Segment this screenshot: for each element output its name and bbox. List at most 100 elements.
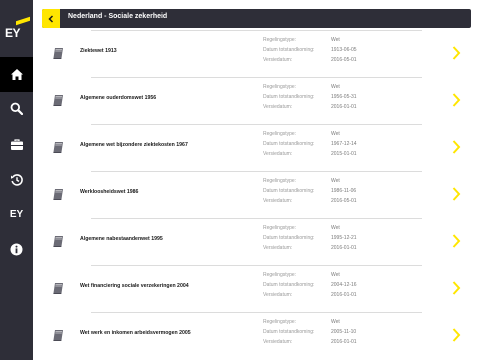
type-label: Regelingstype: bbox=[263, 178, 297, 184]
info-icon bbox=[10, 243, 23, 256]
law-list-item[interactable]: Algemene nabestaandenwet 1995 Regelingst… bbox=[33, 218, 480, 265]
law-list-item[interactable]: Ziektewet 1913 Regelingstype: Wet Datum t… bbox=[33, 30, 480, 77]
type-label: Regelingstype: bbox=[263, 272, 297, 278]
date-label: Datum totstandkoming: bbox=[263, 235, 315, 241]
version-label: Versiedatum: bbox=[263, 151, 293, 157]
version-value: 2015-01-01 bbox=[331, 151, 357, 157]
book-icon bbox=[53, 236, 63, 247]
date-value: 1986-11-06 bbox=[331, 188, 357, 194]
row-divider bbox=[91, 265, 422, 266]
type-value: Wet bbox=[331, 319, 340, 325]
law-list-item[interactable]: Werkloosheidswet 1986 Regelingstype: Wet … bbox=[33, 171, 480, 218]
chevron-right-icon bbox=[452, 46, 461, 60]
sidebar-item-briefcase[interactable] bbox=[0, 127, 33, 162]
book-icon bbox=[53, 95, 63, 106]
chevron-left-icon bbox=[48, 14, 54, 23]
version-label: Versiedatum: bbox=[263, 245, 293, 251]
law-meta: Regelingstype: Wet Datum totstandkoming: 1… bbox=[263, 84, 357, 114]
date-label: Datum totstandkoming: bbox=[263, 329, 315, 335]
date-label: Datum totstandkoming: bbox=[263, 282, 315, 288]
chevron-right-icon bbox=[452, 328, 461, 342]
ey-logo: EY bbox=[0, 0, 33, 52]
row-divider bbox=[91, 77, 422, 78]
type-value: Wet bbox=[331, 178, 340, 184]
law-title: Ziektewet 1913 bbox=[80, 48, 117, 54]
book-icon bbox=[53, 189, 63, 200]
back-button[interactable] bbox=[42, 9, 60, 28]
law-list-item[interactable]: Algemene ouderdomswet 1956 Regelingstype… bbox=[33, 77, 480, 124]
version-value: 2016-01-01 bbox=[331, 245, 357, 251]
chevron-right-icon bbox=[452, 93, 461, 107]
law-title: Wet werk en inkomen arbeidsvermogen 2005 bbox=[80, 330, 191, 336]
chevron-right-icon bbox=[452, 187, 461, 201]
sidebar-item-search[interactable] bbox=[0, 91, 33, 126]
version-label: Versiedatum: bbox=[263, 104, 293, 110]
row-divider bbox=[91, 312, 422, 313]
row-divider bbox=[91, 30, 422, 31]
sidebar-item-ey[interactable]: EY bbox=[0, 197, 33, 232]
row-divider bbox=[91, 171, 422, 172]
law-title: Algemene nabestaandenwet 1995 bbox=[80, 236, 163, 242]
type-value: Wet bbox=[331, 272, 340, 278]
type-label: Regelingstype: bbox=[263, 319, 297, 325]
law-meta: Regelingstype: Wet Datum totstandkoming: 2… bbox=[263, 272, 357, 302]
date-label: Datum totstandkoming: bbox=[263, 47, 315, 53]
date-value: 1967-12-14 bbox=[331, 141, 357, 147]
law-title: Algemene wet bijzondere ziektekosten 196… bbox=[80, 142, 188, 148]
date-label: Datum totstandkoming: bbox=[263, 141, 315, 147]
law-list-item[interactable]: Algemene wet bijzondere ziektekosten 196… bbox=[33, 124, 480, 171]
sidebar-item-info[interactable] bbox=[0, 232, 33, 267]
home-icon bbox=[10, 69, 23, 80]
sidebar-item-history[interactable] bbox=[0, 162, 33, 197]
row-divider bbox=[91, 124, 422, 125]
date-value: 2005-11-10 bbox=[331, 329, 357, 335]
sidebar: EY EY bbox=[0, 0, 33, 360]
type-value: Wet bbox=[331, 225, 340, 231]
chevron-right-icon bbox=[452, 234, 461, 248]
law-meta: Regelingstype: Wet Datum totstandkoming: 1… bbox=[263, 131, 357, 161]
chevron-right-icon bbox=[452, 140, 461, 154]
book-icon bbox=[53, 283, 63, 294]
law-list-item[interactable]: Wet werk en inkomen arbeidsvermogen 2005… bbox=[33, 312, 480, 359]
row-divider bbox=[91, 218, 422, 219]
date-value: 1995-12-21 bbox=[331, 235, 357, 241]
book-icon bbox=[53, 142, 63, 153]
law-title: Werkloosheidswet 1986 bbox=[80, 189, 139, 195]
briefcase-icon bbox=[10, 138, 23, 150]
page-title: Nederland - Sociale zekerheid bbox=[68, 13, 168, 20]
law-meta: Regelingstype: Wet Datum totstandkoming: 2… bbox=[263, 319, 357, 349]
version-value: 2016-01-01 bbox=[331, 339, 357, 345]
law-title: Wet financiering sociale verzekeringen 2… bbox=[80, 283, 189, 289]
sidebar-item-home[interactable] bbox=[0, 57, 33, 92]
header-bar: Nederland - Sociale zekerheid bbox=[42, 9, 471, 28]
version-label: Versiedatum: bbox=[263, 198, 293, 204]
version-label: Versiedatum: bbox=[263, 339, 293, 345]
law-title: Algemene ouderdomswet 1956 bbox=[80, 95, 157, 101]
header: Nederland - Sociale zekerheid bbox=[33, 0, 480, 34]
type-value: Wet bbox=[331, 37, 340, 43]
law-meta: Regelingstype: Wet Datum totstandkoming: 1… bbox=[263, 178, 357, 208]
type-label: Regelingstype: bbox=[263, 84, 297, 90]
version-value: 2016-01-01 bbox=[331, 104, 357, 110]
book-icon bbox=[53, 48, 63, 59]
law-meta: Regelingstype: Wet Datum totstandkoming: 1… bbox=[263, 37, 357, 67]
law-list-item[interactable]: Wet financiering sociale verzekeringen 2… bbox=[33, 265, 480, 312]
search-icon bbox=[10, 102, 23, 115]
history-icon bbox=[10, 173, 23, 186]
version-label: Versiedatum: bbox=[263, 292, 293, 298]
version-label: Versiedatum: bbox=[263, 57, 293, 63]
version-value: 2016-05-01 bbox=[331, 198, 357, 204]
chevron-right-icon bbox=[452, 281, 461, 295]
type-label: Regelingstype: bbox=[263, 37, 297, 43]
book-icon bbox=[53, 330, 63, 341]
date-value: 1956-05-31 bbox=[331, 94, 357, 100]
type-value: Wet bbox=[331, 84, 340, 90]
date-label: Datum totstandkoming: bbox=[263, 188, 315, 194]
law-meta: Regelingstype: Wet Datum totstandkoming: 1… bbox=[263, 225, 357, 255]
type-value: Wet bbox=[331, 131, 340, 137]
version-value: 2016-01-01 bbox=[331, 292, 357, 298]
date-value: 1913-06-05 bbox=[331, 47, 357, 53]
type-label: Regelingstype: bbox=[263, 131, 297, 137]
logo-beam bbox=[16, 16, 30, 26]
logo-text: EY bbox=[5, 26, 21, 40]
